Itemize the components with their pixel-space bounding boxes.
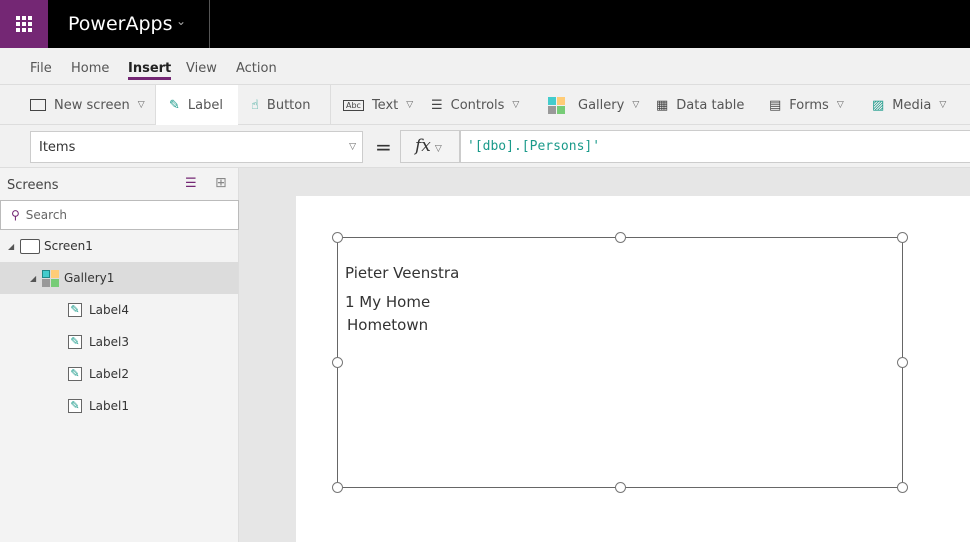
image-icon: ▨ <box>872 97 885 113</box>
new-screen-icon <box>30 99 46 111</box>
resize-handle[interactable] <box>332 482 343 493</box>
button-button[interactable]: ☝ Button <box>251 85 310 125</box>
label-icon: ✎ <box>169 97 180 113</box>
divider <box>209 0 210 48</box>
panel-title: Screens <box>7 178 59 193</box>
chevron-down-icon: ▽ <box>349 142 356 152</box>
text-button[interactable]: Abc Text ▽ <box>343 85 413 125</box>
label-button[interactable]: ✎ Label <box>156 85 238 125</box>
menu-action[interactable]: Action <box>236 61 277 76</box>
tree-item-label3[interactable]: ✎ Label3 <box>0 326 238 358</box>
tree-view-icon[interactable]: ☰ <box>185 176 197 191</box>
menu-file[interactable]: File <box>30 61 52 76</box>
menu-home[interactable]: Home <box>71 61 109 76</box>
search-icon: ⚲ <box>11 208 20 222</box>
gallery-icon <box>548 96 565 114</box>
tree-item-label1[interactable]: ✎ Label1 <box>0 390 238 422</box>
menu-insert[interactable]: Insert <box>128 61 172 80</box>
gallery-button[interactable]: Gallery ▽ <box>548 85 639 125</box>
expand-icon[interactable]: ◢ <box>30 274 42 283</box>
formula-input[interactable]: '[dbo].[Persons]' <box>460 130 970 163</box>
resize-handle[interactable] <box>897 482 908 493</box>
gallery-icon <box>42 269 59 287</box>
resize-handle[interactable] <box>897 357 908 368</box>
menu-view[interactable]: View <box>186 61 217 76</box>
resize-handle[interactable] <box>615 232 626 243</box>
search-input[interactable]: ⚲ Search <box>0 200 239 230</box>
menu-bar: File Home Insert View Action <box>0 48 970 85</box>
chevron-down-icon[interactable]: ⌄ <box>176 14 186 28</box>
chevron-down-icon: ▽ <box>137 100 145 110</box>
screen-icon <box>20 238 40 254</box>
gallery1-control[interactable]: Pieter Veenstra 1 My Home Hometown <box>337 237 903 488</box>
label-icon: ✎ <box>68 399 82 413</box>
resize-handle[interactable] <box>332 357 343 368</box>
chevron-down-icon: ▽ <box>434 144 442 154</box>
new-screen-button[interactable]: New screen ▽ <box>30 85 145 125</box>
tree-item-label4[interactable]: ✎ Label4 <box>0 294 238 326</box>
app-title[interactable]: PowerApps <box>68 13 172 35</box>
chevron-down-icon: ▽ <box>939 100 947 110</box>
controls-button[interactable]: ☰ Controls ▽ <box>431 85 519 125</box>
label-name[interactable]: Pieter Veenstra <box>345 264 459 282</box>
button-icon: ☝ <box>251 97 259 113</box>
chevron-down-icon: ▽ <box>836 100 844 110</box>
formula-bar: Items ▽ = fx ▽ '[dbo].[Persons]' <box>0 125 970 168</box>
chevron-down-icon: ▽ <box>406 100 414 110</box>
fx-icon: fx <box>415 136 431 156</box>
media-button[interactable]: ▨ Media ▽ <box>872 85 946 125</box>
tree-item-screen1[interactable]: ◢ Screen1 <box>0 230 238 262</box>
table-icon: ▦ <box>656 97 669 113</box>
screens-panel: Screens ☰ ⊞ ⚲ Search ◢ Screen1 ◢ Gallery1 ✎… <box>0 168 239 542</box>
label-icon: ✎ <box>68 367 82 381</box>
data-table-button[interactable]: ▦ Data table <box>656 85 744 125</box>
label-icon: ✎ <box>68 303 82 317</box>
chevron-down-icon: ▽ <box>632 100 640 110</box>
label-city[interactable]: Hometown <box>347 316 428 334</box>
text-icon: Abc <box>343 99 364 111</box>
forms-button[interactable]: ▤ Forms ▽ <box>769 85 844 125</box>
app-launcher-button[interactable] <box>0 0 48 48</box>
fx-button[interactable]: fx ▽ <box>400 130 460 163</box>
expand-icon[interactable]: ◢ <box>8 242 20 251</box>
thumbnail-view-icon[interactable]: ⊞ <box>215 175 227 191</box>
tree-item-gallery1[interactable]: ◢ Gallery1 <box>0 262 238 294</box>
controls-icon: ☰ <box>431 97 443 113</box>
property-dropdown[interactable]: Items ▽ <box>30 131 363 163</box>
chevron-down-icon: ▽ <box>512 100 520 110</box>
divider <box>330 85 331 125</box>
waffle-icon <box>16 16 32 32</box>
label-icon: ✎ <box>68 335 82 349</box>
resize-handle[interactable] <box>332 232 343 243</box>
tree-item-label2[interactable]: ✎ Label2 <box>0 358 238 390</box>
resize-handle[interactable] <box>615 482 626 493</box>
ribbon: New screen ▽ ✎ Label ☝ Button Abc Text ▽ ☰ Con… <box>0 85 970 125</box>
label-address[interactable]: 1 My Home <box>345 293 430 311</box>
equals-sign: = <box>375 135 392 159</box>
resize-handle[interactable] <box>897 232 908 243</box>
forms-icon: ▤ <box>769 97 782 113</box>
